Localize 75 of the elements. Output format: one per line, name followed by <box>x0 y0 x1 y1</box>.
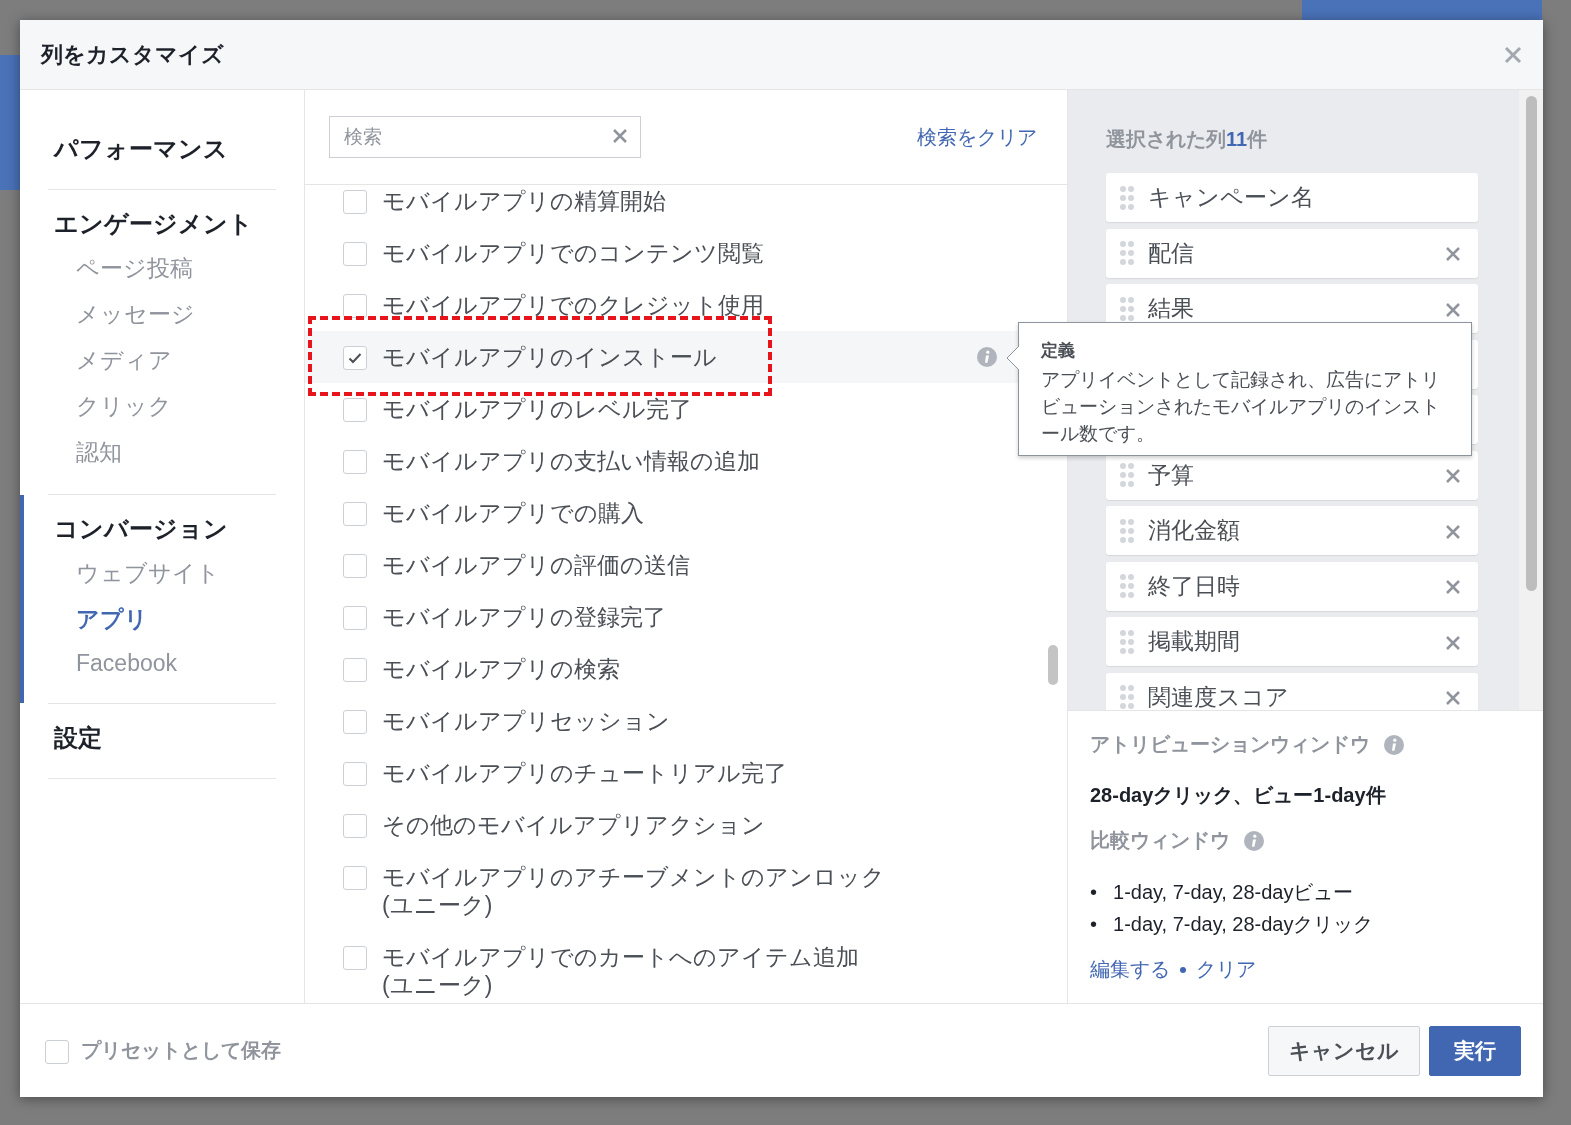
info-icon[interactable] <box>1244 830 1264 851</box>
column-chip[interactable]: 関連度スコア <box>1106 672 1478 710</box>
drag-handle-icon[interactable] <box>1120 296 1134 321</box>
metric-label: モバイルアプリのインストール <box>382 343 718 371</box>
drag-handle-icon[interactable] <box>1120 685 1134 709</box>
column-chip[interactable]: 消化金額 <box>1106 506 1478 555</box>
nav-item[interactable]: アプリ <box>54 597 148 643</box>
metric-label: モバイルアプリセッション <box>382 707 671 735</box>
checkbox[interactable] <box>343 658 367 682</box>
attribution-value: 28-dayクリック、ビュー1-day件 <box>1090 783 1386 808</box>
metric-label: モバイルアプリでのカートへのアイテム追加(ユニーク) <box>382 943 860 999</box>
clear-icon[interactable] <box>613 129 627 143</box>
column-chip[interactable]: キャンペーン名 <box>1106 173 1478 222</box>
tooltip-text: アプリイベントとして記録され、広告にアトリビューションされたモバイルアプリのインストール数です。 <box>1041 368 1441 446</box>
drag-handle-icon[interactable] <box>1120 518 1134 543</box>
separator-dot <box>1180 966 1186 973</box>
checkbox[interactable] <box>343 762 367 786</box>
nav-section-heading[interactable]: エンゲージメント <box>54 202 253 246</box>
attribution-heading: アトリビューションウィンドウ <box>1090 732 1370 757</box>
checkbox[interactable] <box>343 190 367 214</box>
apply-button[interactable]: 実行 <box>1429 1025 1521 1076</box>
comparison-heading: 比較ウィンドウ <box>1090 828 1230 853</box>
nav-section-heading[interactable]: 設定 <box>54 716 102 760</box>
drag-handle-icon[interactable] <box>1120 463 1134 487</box>
comparison-item: 1-day, 7-day, 28-dayビュー <box>1113 880 1354 905</box>
tooltip-title: 定義 <box>1041 340 1076 362</box>
info-icon[interactable] <box>1384 734 1404 755</box>
nav-section-heading[interactable]: パフォーマンス <box>54 127 228 171</box>
metric-label: モバイルアプリでのクレジット使用 <box>382 291 765 319</box>
preset-label: プリセットとして保存 <box>81 1038 281 1063</box>
checkbox[interactable] <box>343 814 367 838</box>
bullet: • <box>1090 880 1097 905</box>
checkbox[interactable] <box>343 554 367 578</box>
edit-link[interactable]: 編集する <box>1090 956 1170 983</box>
checkbox[interactable] <box>343 450 367 474</box>
comparison-item: 1-day, 7-day, 28-dayクリック <box>1113 912 1374 937</box>
drag-handle-icon[interactable] <box>1120 185 1134 210</box>
metric-label: モバイルアプリのチュートリアル完了 <box>382 759 788 787</box>
clear-link[interactable]: クリア <box>1196 956 1256 983</box>
checkbox[interactable] <box>343 242 367 266</box>
drag-handle-icon[interactable] <box>1120 629 1134 654</box>
search-field[interactable]: 検索 <box>329 116 641 158</box>
metric-label: モバイルアプリの検索 <box>382 655 621 683</box>
drag-handle-icon[interactable] <box>1120 574 1134 598</box>
clear-search-link[interactable]: 検索をクリア <box>917 123 1037 151</box>
metric-label: モバイルアプリでのコンテンツ閲覧 <box>382 239 765 267</box>
column-chip[interactable]: 終了日時 <box>1106 561 1478 611</box>
metric-label: その他のモバイルアプリアクション <box>382 811 766 839</box>
metric-label: モバイルアプリの精算開始 <box>382 187 667 215</box>
scrollbar-thumb[interactable] <box>1526 96 1537 591</box>
checkbox[interactable] <box>343 294 367 318</box>
column-chip[interactable]: 掲載期間 <box>1106 617 1478 666</box>
drag-handle-icon[interactable] <box>1120 241 1134 265</box>
checkbox[interactable] <box>343 606 367 630</box>
metric-label: モバイルアプリの評価の送信 <box>382 551 691 579</box>
metric-label: モバイルアプリでの購入 <box>382 499 645 527</box>
info-icon[interactable] <box>977 347 997 367</box>
checkbox[interactable] <box>343 398 367 422</box>
cancel-button[interactable]: キャンセル <box>1268 1025 1420 1076</box>
metric-label: モバイルアプリの登録完了 <box>382 603 667 631</box>
bullet: • <box>1090 912 1097 937</box>
checkbox[interactable] <box>343 946 367 970</box>
checkbox[interactable] <box>343 346 367 370</box>
checkbox[interactable] <box>343 502 367 526</box>
nav-section-heading[interactable]: コンバージョン <box>54 507 228 551</box>
metric-label: モバイルアプリのレベル完了 <box>382 395 693 423</box>
metric-label: モバイルアプリの支払い情報の追加 <box>382 447 761 475</box>
checkbox[interactable] <box>343 866 367 890</box>
selected-columns-heading: 選択された列11件 <box>1106 127 1268 152</box>
checkbox[interactable] <box>343 710 367 734</box>
checkbox[interactable] <box>45 1040 69 1064</box>
metric-label: モバイルアプリのアチーブメントのアンロック(ユニーク) <box>382 863 886 919</box>
column-chip[interactable]: 配信 <box>1106 228 1478 278</box>
dialog-title: 列をカスタマイズ <box>41 40 224 69</box>
scrollbar-thumb[interactable] <box>1048 645 1058 685</box>
